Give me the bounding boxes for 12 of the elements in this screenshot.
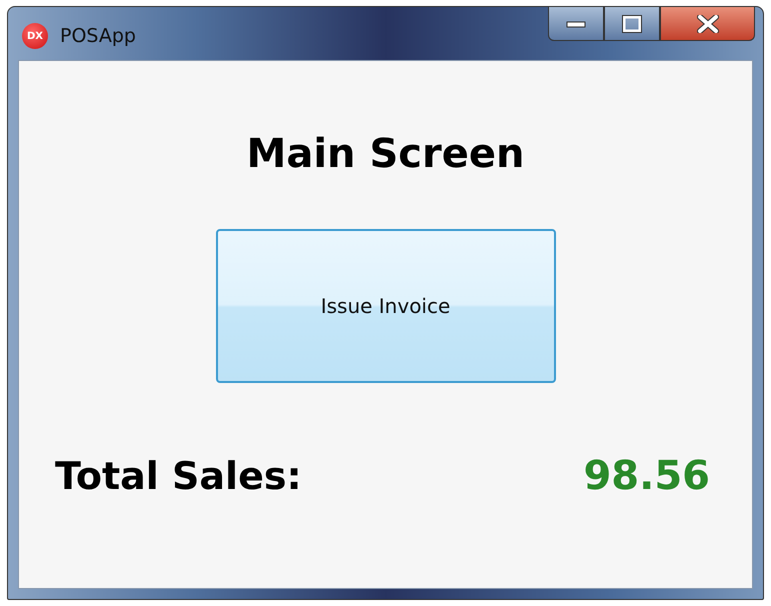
maximize-icon <box>622 14 642 32</box>
screen-heading: Main Screen <box>246 131 524 177</box>
window-title: POSApp <box>60 25 136 47</box>
app-logo: DX <box>22 23 48 49</box>
minimize-button[interactable] <box>548 7 604 41</box>
minimize-icon <box>566 18 586 28</box>
close-icon <box>696 14 718 32</box>
total-sales-value: 98.56 <box>583 453 710 499</box>
total-sales-label: Total Sales: <box>55 454 302 498</box>
issue-invoice-button[interactable]: Issue Invoice <box>216 229 556 383</box>
maximize-button[interactable] <box>604 7 660 41</box>
close-button[interactable] <box>660 7 755 41</box>
